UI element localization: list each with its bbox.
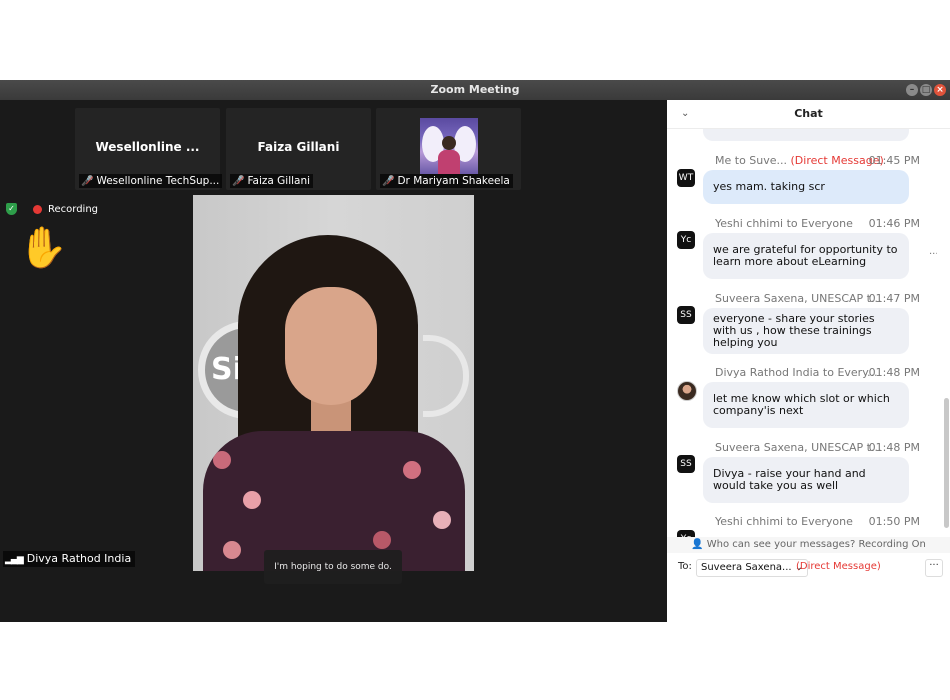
chat-header: ⌄ Chat <box>667 100 950 129</box>
participant-video <box>420 118 478 174</box>
thumbnail-label: 🎤̸ Wesellonline TechSup... <box>79 174 223 188</box>
signal-icon: ▂▄▆ <box>5 555 24 565</box>
message-meta: Suveera Saxena, UNESCAP t... 01:47 PM <box>715 292 920 305</box>
closed-caption: I'm hoping to do some do. <box>264 550 402 584</box>
window-title: Zoom Meeting <box>430 83 520 96</box>
message-meta: Me to Suve... (Direct Message) 01:45 PM <box>715 154 920 167</box>
title-bar: Zoom Meeting – □ × <box>0 80 950 100</box>
chevron-down-icon[interactable]: ⌄ <box>681 100 689 128</box>
mic-muted-icon: 🎤̸ <box>382 176 395 187</box>
thumbnail-mariyam[interactable]: 🎤̸ Dr Mariyam Shakeela <box>376 108 521 190</box>
message-meta: Divya Rathod India to Every... 01:48 PM <box>715 366 920 379</box>
close-button[interactable]: × <box>934 84 946 96</box>
direct-message-tag: (Direct Message) <box>796 561 881 572</box>
avatar: SS <box>677 455 695 473</box>
thumbnail-display-name: Wesellonline ... <box>95 140 200 154</box>
mic-muted-icon: 🎤̸ <box>81 176 94 187</box>
recipient-value: Suveera Saxena... <box>701 562 792 573</box>
recording-indicator[interactable]: ✓ Recording <box>6 202 98 218</box>
maximize-button[interactable]: □ <box>920 84 932 96</box>
thumbnail-label: 🎤̸ Faiza Gillani <box>230 174 314 188</box>
chat-scrollbar[interactable] <box>944 398 949 528</box>
recording-label: Recording <box>48 204 99 215</box>
users-icon: 👤 <box>691 539 704 550</box>
message-list[interactable]: Me to Suve... (Direct Message) 01:45 PM W… <box>667 129 937 545</box>
avatar: Yc <box>677 231 695 249</box>
thumbnail-label: 🎤̸ Dr Mariyam Shakeela <box>380 174 513 188</box>
video-area: Wesellonline ... 🎤̸ Wesellonline TechSup.… <box>0 100 667 622</box>
message-meta: Yeshi chhimi to Everyone 01:50 PM <box>715 515 920 528</box>
message-bubble <box>703 129 909 141</box>
avatar: WT <box>677 169 695 187</box>
chat-title: Chat <box>794 107 823 120</box>
thumbnail-label-text: Faiza Gillani <box>247 175 311 187</box>
zoom-window: Zoom Meeting – □ × Wesellonline ... 🎤̸ We… <box>0 80 950 622</box>
active-speaker-name: Divya Rathod India <box>26 552 132 565</box>
thumbnail-display-name: Faiza Gillani <box>257 140 340 154</box>
message-bubble: everyone - share your stories with us , … <box>703 308 909 354</box>
message-bubble: let me know which slot or which company'… <box>703 382 909 428</box>
recipient-row: To: Suveera Saxena... ⌄ (Direct Message)… <box>667 556 950 578</box>
chat-panel: ⌄ Chat Me to Suve... (Direct Message) 01:… <box>667 100 950 622</box>
mic-muted-icon: 🎤̸ <box>232 176 245 187</box>
raised-hand-icon: ✋ <box>18 225 68 271</box>
minimize-button[interactable]: – <box>906 84 918 96</box>
main-speaker-video[interactable]: Si <box>193 195 474 571</box>
message-bubble: we are grateful for opportunity to learn… <box>703 233 909 279</box>
active-speaker-label: ▂▄▆ Divya Rathod India <box>3 551 136 567</box>
visibility-notice[interactable]: 👤 Who can see your messages? Recording O… <box>667 537 950 553</box>
thumbnail-label-text: Wesellonline TechSup... <box>96 175 220 187</box>
speaker-face <box>285 287 377 405</box>
thumbnail-faiza[interactable]: Faiza Gillani 🎤̸ Faiza Gillani <box>226 108 371 190</box>
background-logo-arc <box>423 335 469 417</box>
message-bubble: Divya - raise your hand and would take y… <box>703 457 909 503</box>
thumbnail-wesellonline[interactable]: Wesellonline ... 🎤̸ Wesellonline TechSup.… <box>75 108 223 190</box>
recipient-select[interactable]: Suveera Saxena... ⌄ <box>696 559 809 577</box>
visibility-notice-text: Who can see your messages? Recording On <box>706 539 926 550</box>
message-meta: Suveera Saxena, UNESCAP t... 01:48 PM <box>715 441 920 454</box>
shield-icon[interactable]: ✓ <box>6 203 17 215</box>
thumbnail-label-text: Dr Mariyam Shakeela <box>397 175 510 187</box>
avatar: SS <box>677 306 695 324</box>
to-label: To: <box>678 561 692 572</box>
more-options-icon[interactable]: ··· <box>929 249 937 260</box>
message-meta: Yeshi chhimi to Everyone 01:46 PM <box>715 217 920 230</box>
avatar <box>677 381 697 401</box>
message-bubble: yes mam. taking scr <box>703 170 909 204</box>
record-icon <box>33 204 42 214</box>
more-options-button[interactable]: ··· <box>925 559 943 577</box>
